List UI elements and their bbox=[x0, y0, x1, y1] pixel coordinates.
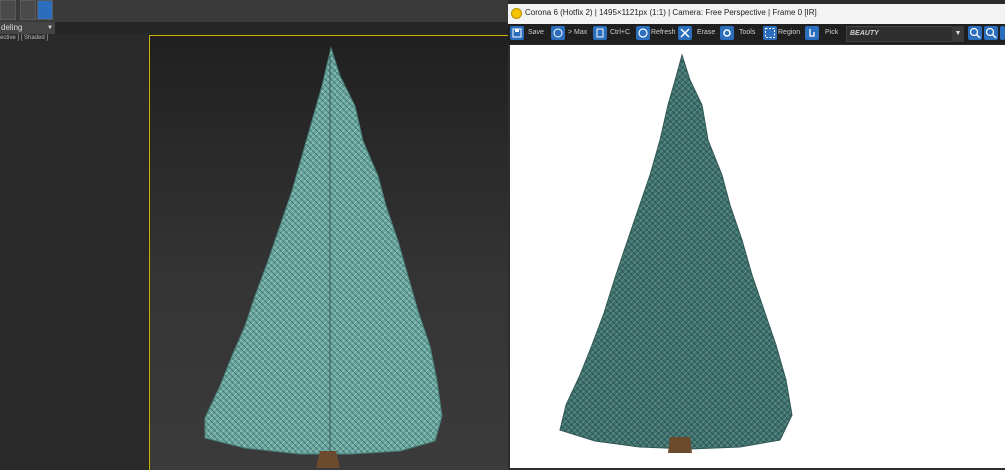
chevron-down-icon: ▼ bbox=[47, 25, 53, 31]
pick-button[interactable]: Pick bbox=[825, 29, 838, 36]
pick-icon[interactable] bbox=[805, 26, 819, 40]
viewport-perspective[interactable] bbox=[149, 35, 508, 470]
pin-stack-icon[interactable] bbox=[37, 0, 53, 20]
zoom-in-icon[interactable] bbox=[968, 26, 982, 40]
to-max-button[interactable]: > Max bbox=[568, 29, 587, 36]
copy-button[interactable]: Ctrl+C bbox=[610, 29, 630, 36]
workspace-label: deling bbox=[1, 23, 23, 32]
chevron-down-icon[interactable]: ▼ bbox=[952, 26, 964, 42]
tools-button[interactable]: Tools bbox=[739, 29, 755, 36]
copy-icon[interactable] bbox=[593, 26, 607, 40]
render-element-select[interactable]: BEAUTY bbox=[846, 26, 962, 42]
max-main-window: deling ▼ ective ] [ Shaded ] bbox=[0, 0, 508, 470]
max-toolbar bbox=[0, 0, 508, 22]
refresh-button[interactable]: Refresh bbox=[651, 29, 676, 36]
rendered-tree-image bbox=[559, 53, 793, 453]
workspace-dropdown[interactable]: deling ▼ bbox=[0, 22, 55, 34]
viewport-label[interactable]: ective ] [ Shaded ] bbox=[0, 35, 48, 41]
zoom-out-icon[interactable] bbox=[984, 26, 998, 40]
corona-logo-icon bbox=[511, 8, 522, 19]
to-max-icon[interactable] bbox=[551, 26, 565, 40]
render-element-value: BEAUTY bbox=[850, 30, 879, 37]
save-icon[interactable] bbox=[510, 26, 524, 40]
zoom-fit-icon[interactable] bbox=[1000, 26, 1005, 40]
viewport-tree-model bbox=[204, 46, 443, 468]
vfb-titlebar[interactable]: Corona 6 (Hotfix 2) | 1495×1121px (1:1) … bbox=[508, 4, 1005, 25]
refresh-icon[interactable] bbox=[636, 26, 650, 40]
toolbar-button[interactable] bbox=[0, 0, 16, 20]
corona-frame-buffer-window: Corona 6 (Hotfix 2) | 1495×1121px (1:1) … bbox=[508, 4, 1005, 470]
erase-icon[interactable] bbox=[678, 26, 692, 40]
region-button[interactable]: Region bbox=[778, 29, 800, 36]
vfb-title: Corona 6 (Hotfix 2) | 1495×1121px (1:1) … bbox=[525, 8, 817, 17]
save-button[interactable]: Save bbox=[528, 29, 544, 36]
toolbar-button[interactable] bbox=[20, 0, 36, 20]
erase-button[interactable]: Erase bbox=[697, 29, 715, 36]
region-icon[interactable] bbox=[763, 26, 777, 40]
tools-icon[interactable] bbox=[720, 26, 734, 40]
left-panel bbox=[0, 34, 148, 470]
render-canvas[interactable] bbox=[510, 45, 1005, 468]
